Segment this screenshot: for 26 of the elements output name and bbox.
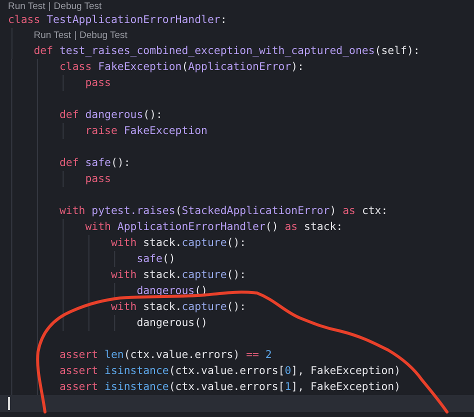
debug-test-link[interactable]: Debug Test: [80, 30, 128, 41]
code-line: pass: [85, 75, 111, 91]
code-line: class TestApplicationErrorHandler:: [8, 12, 227, 28]
code-line: raise FakeException: [85, 123, 208, 139]
code-editor[interactable]: [0, 0, 474, 417]
code-line: dangerous(): [136, 315, 208, 331]
code-line: pass: [85, 171, 111, 187]
code-line: with stack.capture():: [110, 299, 246, 315]
code-line: class FakeException(ApplicationError):: [59, 59, 304, 75]
run-test-link[interactable]: Run Test: [8, 0, 46, 12]
code-line: assert len(ctx.value.errors) == 2: [59, 347, 272, 363]
code-line: safe(): [136, 251, 176, 267]
code-line: with stack.capture():: [110, 235, 246, 251]
separator: |: [74, 30, 77, 41]
debug-test-link[interactable]: Debug Test: [54, 0, 102, 12]
code-line: def test_raises_combined_exception_with_captured_ones(self):: [34, 43, 420, 59]
run-test-link[interactable]: Run Test: [34, 30, 72, 41]
code-line: with stack.capture():: [110, 267, 246, 283]
code-line: def safe():: [59, 155, 130, 171]
code-line: assert isinstance(ctx.value.errors[0], FakeException): [59, 363, 401, 379]
code-line: def dangerous():: [59, 107, 162, 123]
separator: |: [48, 0, 51, 12]
code-line: with ApplicationErrorHandler() as stack:: [85, 219, 343, 235]
text-cursor: [8, 397, 10, 410]
code-line: assert isinstance(ctx.value.errors[1], FakeException): [59, 379, 401, 395]
code-line: with pytest.raises(StackedApplicationError) as ctx:: [59, 203, 388, 219]
